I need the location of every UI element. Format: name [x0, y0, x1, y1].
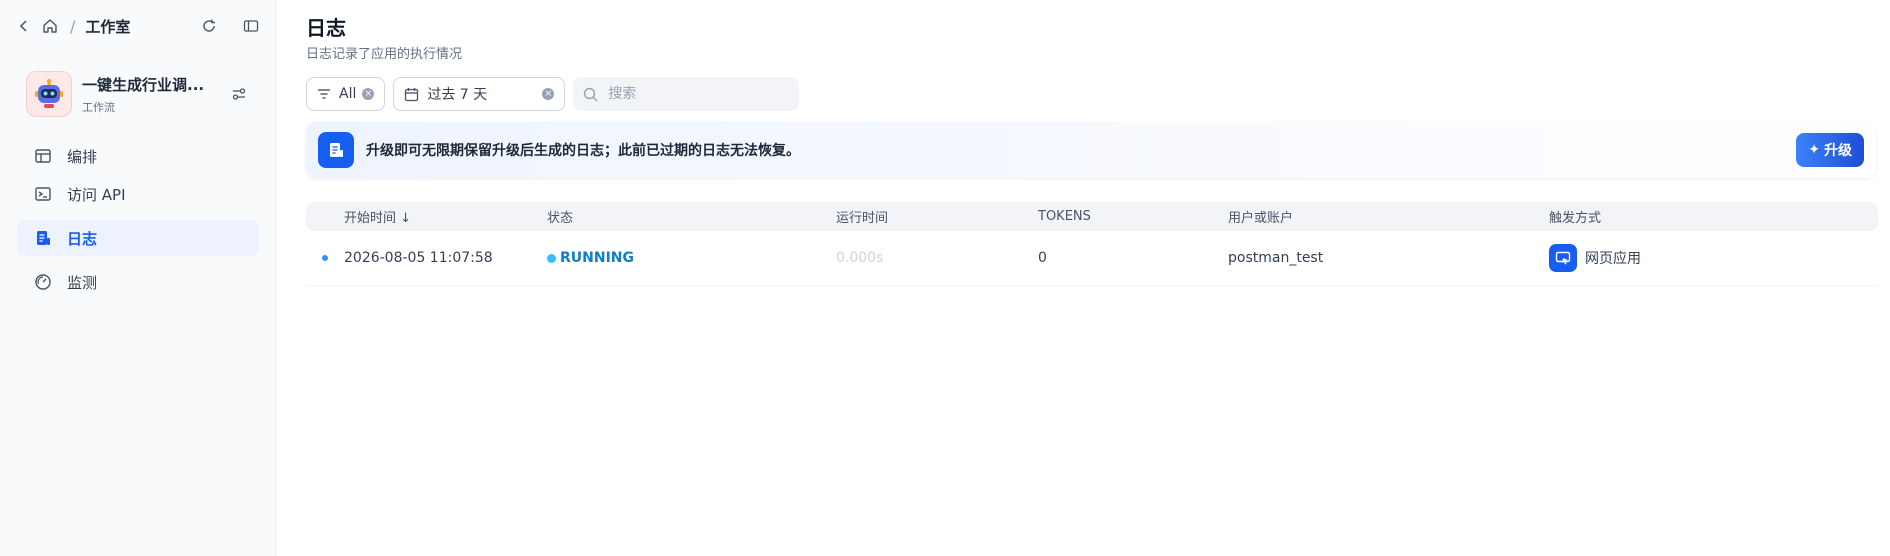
- status-filter[interactable]: All ×: [306, 77, 386, 111]
- period-filter[interactable]: 过去 7 天 ×: [393, 77, 566, 111]
- cell-start-time: 2026-08-05 11:07:58: [344, 250, 493, 266]
- breadcrumb: / 工作室: [14, 16, 130, 37]
- unread-dot: [306, 255, 344, 261]
- filter-bar: All × 过去 7 天 ×: [306, 77, 800, 111]
- main-panel: 日志 日志记录了应用的执行情况 All × 过去 7 天 × 搜索 升级即可无限…: [276, 0, 1890, 556]
- page-title: 日志: [306, 16, 346, 40]
- search-icon: [583, 87, 598, 102]
- trigger-badge: 网页应用: [1549, 244, 1878, 272]
- clear-icon[interactable]: ×: [362, 88, 375, 100]
- clear-icon[interactable]: ×: [542, 88, 555, 100]
- header-start-time[interactable]: 开始时间 ↓: [344, 207, 547, 226]
- sparkle-icon: ✦: [1808, 142, 1820, 158]
- web-app-icon: [1549, 244, 1577, 272]
- breadcrumb-title[interactable]: 工作室: [85, 16, 130, 37]
- upgrade-button[interactable]: ✦ 升级: [1796, 133, 1864, 167]
- cell-runtime: 0.000s: [836, 250, 884, 266]
- sidebar-item-api[interactable]: 访问 API: [17, 176, 259, 212]
- chevron-left-icon[interactable]: [14, 16, 34, 36]
- home-icon[interactable]: [40, 16, 60, 36]
- sidebar-nav: 编排 访问 API 日志 监测: [17, 138, 259, 302]
- app-type: 工作流: [82, 100, 115, 114]
- period-filter-value: 过去 7 天: [427, 87, 488, 103]
- sidebar-item-label: 访问 API: [67, 185, 126, 204]
- terminal-icon: [33, 184, 53, 204]
- sidebar-item-label: 监测: [67, 273, 98, 292]
- gauge-icon: [33, 272, 53, 292]
- app-meta: 一键生成行业调... 工作流: [82, 74, 218, 115]
- table-header: 开始时间 ↓ 状态 运行时间 TOKENS 用户或账户 触发方式: [306, 202, 1878, 231]
- trigger-text: 网页应用: [1585, 251, 1641, 267]
- breadcrumb-separator: /: [70, 16, 76, 36]
- sidebar-item-monitor[interactable]: 监测: [17, 264, 259, 300]
- filter-icon: [317, 88, 331, 100]
- sidebar-item-logs[interactable]: 日志: [17, 220, 259, 256]
- upgrade-button-label: 升级: [1824, 143, 1852, 159]
- refresh-icon[interactable]: [199, 16, 219, 36]
- header-runtime: 运行时间: [836, 211, 889, 226]
- cell-tokens: 0: [1038, 250, 1047, 266]
- sidebar: / 工作室 一键生成行业调... 工作流 编排 访问 API 日志 监测: [0, 0, 276, 556]
- header-trigger: 触发方式: [1549, 211, 1602, 226]
- sidebar-item-label: 日志: [67, 229, 98, 248]
- app-root: / 工作室 一键生成行业调... 工作流 编排 访问 API 日志 监测 日志 …: [0, 0, 1890, 556]
- header-user: 用户或账户: [1228, 211, 1294, 226]
- calendar-icon: [404, 87, 419, 102]
- search-input[interactable]: [606, 85, 790, 103]
- status-filter-value: All: [339, 86, 357, 102]
- cell-trigger: 网页应用: [1549, 244, 1878, 272]
- document-icon: [318, 132, 354, 168]
- cell-status: RUNNING: [547, 250, 836, 266]
- status-badge: RUNNING: [547, 250, 836, 266]
- status-dot: [547, 253, 556, 263]
- layout-icon: [33, 146, 53, 166]
- sidebar-item-orchestrate[interactable]: 编排: [17, 138, 259, 174]
- banner-text: 升级即可无限期保留升级后生成的日志；此前已过期的日志无法恢复。: [366, 143, 800, 159]
- app-name: 一键生成行业调...: [82, 75, 205, 94]
- search-box[interactable]: [573, 77, 800, 111]
- sidebar-item-label: 编排: [67, 147, 98, 166]
- cell-user: postman_test: [1228, 250, 1324, 266]
- page-subtitle: 日志记录了应用的执行情况: [306, 47, 463, 62]
- sidebar-toggle-icon[interactable]: [241, 16, 261, 36]
- app-card[interactable]: 一键生成行业调... 工作流: [26, 70, 259, 118]
- document-icon: [33, 228, 53, 248]
- header-status: 状态: [547, 211, 574, 226]
- robot-avatar-icon: [26, 71, 72, 117]
- upgrade-banner: 升级即可无限期保留升级后生成的日志；此前已过期的日志无法恢复。 ✦ 升级: [306, 122, 1876, 178]
- header-tokens: TOKENS: [1038, 209, 1091, 224]
- status-text: RUNNING: [560, 250, 634, 266]
- sidebar-actions: [199, 16, 261, 36]
- sidebar-topbar: / 工作室: [14, 14, 261, 38]
- sliders-icon[interactable]: [229, 84, 249, 104]
- table-row[interactable]: 2026-08-05 11:07:58 RUNNING 0.000s 0 pos…: [306, 231, 1878, 286]
- logs-table: 开始时间 ↓ 状态 运行时间 TOKENS 用户或账户 触发方式 2026-08…: [306, 202, 1878, 286]
